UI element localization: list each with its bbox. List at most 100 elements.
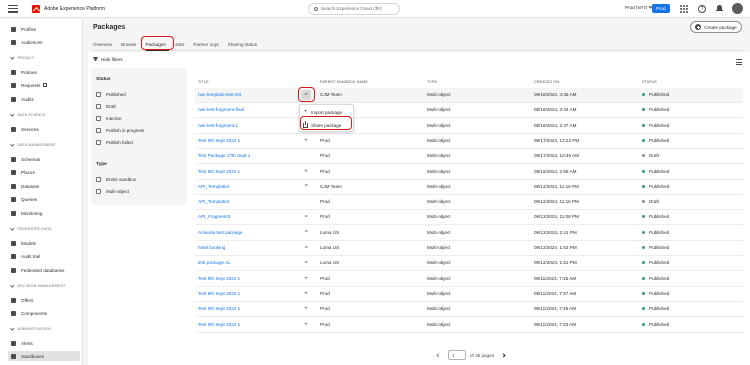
package-title-link[interactable]: Amanda test package	[198, 230, 242, 235]
sidebar-item-audits[interactable]: Audits	[11, 94, 81, 104]
import-package-icon[interactable]: +	[301, 274, 311, 284]
checkbox[interactable]	[96, 104, 101, 109]
help-icon[interactable]: ?	[698, 5, 706, 13]
table-row[interactable]: Test 9th Sept 2024 1 + Prod Multi-object 09/…	[195, 302, 743, 318]
tab-jobs[interactable]: Jobs	[175, 38, 185, 50]
tab-browse[interactable]: Browse	[121, 38, 136, 50]
more-actions-icon[interactable]: •••	[301, 182, 311, 192]
sidebar-item-alerts[interactable]: Alerts	[11, 338, 81, 348]
sidebar-section-federated-data[interactable]: FEDERATED DATA	[10, 226, 52, 231]
table-row[interactable]: API_Fragment3 ••• Prod Multi-object 09/12/20…	[195, 210, 743, 226]
package-title-link[interactable]: Test 9th Sept 2024 1	[198, 276, 240, 281]
package-title-link[interactable]: API_Fragment3	[198, 214, 230, 219]
column-header-status[interactable]: STATUS	[642, 80, 657, 84]
checkbox[interactable]	[96, 128, 101, 133]
package-title-link[interactable]: test package AL	[198, 260, 231, 265]
package-title-link[interactable]: API_Template4	[198, 184, 229, 189]
sidebar-item-federated-databases[interactable]: Federated databases	[11, 265, 81, 275]
package-title-link[interactable]: Test 9th Sept 2024 1	[198, 291, 240, 296]
checkbox[interactable]	[96, 177, 101, 182]
table-row[interactable]: Test 9th Sept 2024 1 + Prod Multi-object 09/…	[195, 134, 743, 149]
sidebar-item-sandboxes[interactable]: Sandboxes	[8, 351, 80, 361]
package-title-link[interactable]: nav-template-test-stit	[198, 92, 241, 97]
table-row[interactable]: nav-test-fragment-final Multi-object 09/18…	[195, 103, 743, 119]
tab-sharing-status[interactable]: Sharing status	[228, 38, 257, 50]
create-package-button[interactable]: Create package	[690, 21, 742, 33]
apps-grid-icon[interactable]	[680, 5, 688, 13]
sidebar-item-profiles[interactable]: Profiles	[11, 24, 81, 34]
checkbox[interactable]	[96, 189, 101, 194]
table-row[interactable]: Test 9th Sept 2024 1 + Prod Multi-object 09/…	[195, 272, 743, 287]
sidebar-item-components[interactable]: Components	[11, 308, 81, 318]
column-settings-icon[interactable]	[736, 59, 742, 65]
filter-type-multi-object[interactable]: Multi-object	[96, 189, 129, 194]
sidebar-item-places[interactable]: Places	[11, 167, 81, 177]
filter-status-inactive[interactable]: Inactive	[96, 116, 122, 121]
table-row[interactable]: Test Package 17th Sept 1 Prod Multi-object…	[195, 149, 743, 165]
import-package-icon[interactable]: +	[301, 136, 311, 146]
package-title-link[interactable]: hotel booking	[198, 245, 225, 250]
sidebar-item-policies[interactable]: Policies	[11, 67, 81, 77]
menu-icon[interactable]	[8, 4, 18, 14]
next-page-icon[interactable]	[501, 352, 506, 358]
table-row[interactable]: API_Template4 ••• CJM Team Multi-object 09/1…	[195, 180, 743, 195]
sidebar-item-offers[interactable]: Offers	[11, 295, 81, 305]
sidebar-item-schemas[interactable]: Schemas	[11, 154, 81, 164]
package-title-link[interactable]: API_Template3	[198, 199, 229, 204]
more-actions-icon[interactable]: •••	[301, 258, 311, 268]
previous-page-icon[interactable]	[436, 352, 441, 358]
more-actions-icon[interactable]: •••	[301, 243, 311, 253]
package-title-link[interactable]: nav-test-fragment-1	[198, 123, 238, 128]
sidebar-item-services[interactable]: Services	[11, 124, 81, 134]
page-number-input[interactable]: 1	[448, 350, 466, 360]
table-row[interactable]: Test 9th Sept 2024 1 + Prod Multi-object 09/…	[195, 165, 743, 180]
sidebar-section-data-management[interactable]: DATA MANAGEMENT	[10, 142, 56, 147]
package-title-link[interactable]: nav-test-fragment-final	[198, 107, 244, 112]
filter-status-publish-failed[interactable]: Publish failed	[96, 140, 133, 145]
sandbox-badge[interactable]: Prod	[652, 4, 670, 13]
org-switcher[interactable]: Prod (VA7)	[625, 4, 654, 10]
table-row[interactable]: nav-test-fragment-1 Multi-object 09/18/202…	[195, 119, 743, 134]
notifications-bell-icon[interactable]	[716, 5, 724, 13]
table-row[interactable]: hotel booking ••• Luma US Multi-object 09/12…	[195, 241, 743, 256]
tab-partner-orgs[interactable]: Partner orgs	[193, 38, 218, 50]
checkbox[interactable]	[96, 92, 101, 97]
filter-type-entire-sandbox[interactable]: Entire sandbox	[96, 177, 136, 182]
import-package-icon[interactable]: +	[301, 289, 311, 299]
more-actions-icon[interactable]: •••	[301, 228, 311, 238]
column-header-title[interactable]: TITLE	[198, 80, 209, 84]
import-package-icon[interactable]: +	[301, 320, 311, 330]
column-header-parent-sandbox[interactable]: PARENT SANDBOX NAME	[320, 80, 368, 84]
more-actions-icon[interactable]: •••	[301, 212, 311, 222]
sidebar-item-audit-trail[interactable]: Audit trail	[11, 251, 81, 261]
sidebar-section-privacy[interactable]: PRIVACY	[10, 55, 34, 60]
sidebar-item-requests[interactable]: Requests	[11, 80, 81, 90]
avatar[interactable]	[732, 3, 743, 14]
table-row[interactable]: Amanda test package ••• Luma US Multi-objec…	[195, 226, 743, 241]
column-header-type[interactable]: TYPE	[427, 80, 437, 84]
sidebar-item-monitoring[interactable]: Monitoring	[11, 208, 81, 218]
sidebar-item-queries[interactable]: Queries	[11, 194, 81, 204]
sidebar-section-data-science[interactable]: DATA SCIENCE	[10, 112, 46, 117]
filter-status-publish-in-progress[interactable]: Publish in progress	[96, 128, 144, 133]
filter-status-draft[interactable]: Draft	[96, 104, 116, 109]
sidebar-section-decision-management[interactable]: DECISION MANAGEMENT	[10, 283, 65, 288]
column-header-created-on[interactable]: CREATED ON	[534, 80, 559, 84]
search-input[interactable]: Search Experience Cloud (⌘/)	[308, 3, 400, 15]
checkbox[interactable]	[96, 140, 101, 145]
tab-overview[interactable]: Overview	[93, 38, 112, 50]
sidebar-item-models[interactable]: Models	[11, 238, 81, 248]
package-title-link[interactable]: Test Package 17th Sept 1	[198, 153, 250, 158]
table-row[interactable]: API_Template3 Prod Multi-object 09/12/2024,…	[195, 195, 743, 211]
table-row[interactable]: test package AL ••• Luma US Multi-object 09/…	[195, 256, 743, 272]
checkbox[interactable]	[96, 116, 101, 121]
hide-filters-button[interactable]: Hide filters	[93, 57, 123, 62]
filter-status-published[interactable]: Published	[96, 92, 126, 97]
import-package-icon[interactable]: +	[301, 167, 311, 177]
sidebar-section-administration[interactable]: ADMINISTRATION	[10, 326, 51, 331]
table-row[interactable]: Test 9th Sept 2024 1 + Prod Multi-object 09/…	[195, 318, 743, 333]
table-row[interactable]: nav-template-test-stit ••• CJM Team Multi-o…	[195, 88, 743, 103]
import-package-icon[interactable]: +	[301, 304, 311, 314]
sidebar-item-audiences[interactable]: Audiences	[11, 37, 81, 47]
package-title-link[interactable]: Test 9th Sept 2024 1	[198, 322, 240, 327]
